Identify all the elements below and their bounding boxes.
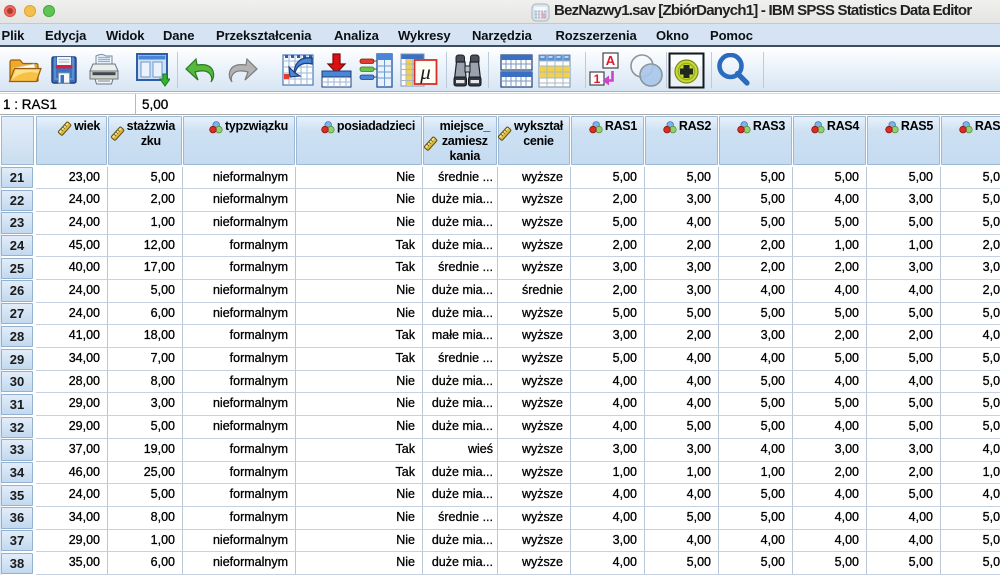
- svg-text:μ: μ: [419, 60, 431, 84]
- svg-text:A: A: [606, 53, 616, 68]
- svg-text:1: 1: [594, 72, 601, 86]
